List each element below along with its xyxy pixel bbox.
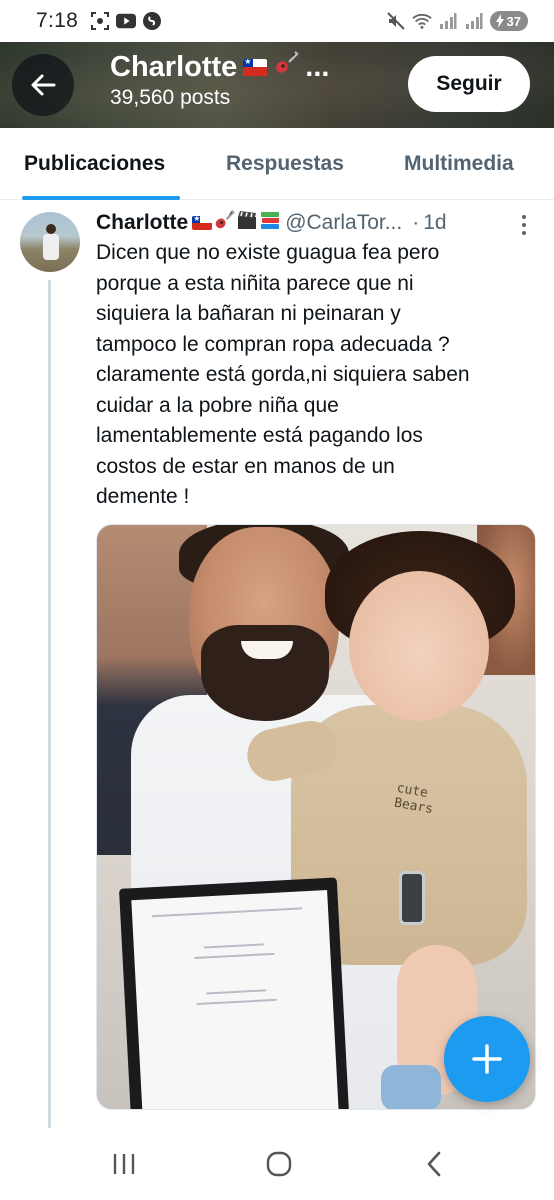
back-nav-button[interactable] [414,1148,454,1180]
avatar[interactable] [20,212,80,272]
thread-line [48,280,51,1128]
chevron-left-icon [427,1151,441,1177]
tweet-text-line: demente ! [96,485,190,508]
guitar-icon [213,209,235,237]
tweet-header: Charlotte ★ @CarlaTor... · 1d [96,208,536,238]
tweet-text-line: cuidar a la pobre niña que [96,393,339,417]
shazam-icon [142,11,162,31]
profile-name-text: Charlotte [110,50,238,83]
separator-dot: · [412,211,420,234]
system-navigation-bar [0,1128,554,1200]
home-button[interactable] [259,1148,299,1180]
arrow-left-icon [31,74,56,96]
guitar-icon [273,50,300,84]
tweet-author-name[interactable]: Charlotte [96,211,188,235]
recent-apps-button[interactable] [104,1148,144,1180]
back-button[interactable] [12,54,74,116]
status-system-icons: 37 [386,11,528,31]
profile-name-ellipsis: ... [305,50,330,83]
tab-multimedia[interactable]: Multimedia [404,128,514,200]
signal-icon [464,11,484,31]
battery-icon: 37 [489,11,528,31]
recent-apps-icon [113,1154,135,1174]
plus-icon [472,1044,502,1074]
status-notification-icons [90,11,162,31]
tab-label: Multimedia [404,152,514,175]
wifi-icon [411,11,432,31]
profile-name: Charlotte ★ ... [110,50,329,84]
youtube-icon [116,11,137,31]
header-text: Charlotte ★ ... 39,560 posts [110,50,329,110]
tweet-text-line: costos de estar en manos de un [96,454,395,478]
home-icon [266,1151,292,1177]
chile-flag-icon: ★ [243,58,268,76]
tweet-text-line: lamentablemente está pagando los [96,424,423,447]
books-icon [259,209,281,237]
status-time: 7:18 [36,9,79,32]
tab-publicaciones[interactable]: Publicaciones [0,128,180,200]
tweet-text-line: tampoco le compran ropa adecuada ? [96,332,450,356]
follow-button[interactable]: Seguir [408,56,530,112]
status-bar: 7:18 37 [0,0,554,42]
signal-icon [438,11,458,31]
tweet-text: Dicen que no existe guagua fea pero porq… [96,238,536,513]
profile-header: Charlotte ★ ... 39,560 posts Seguir [0,42,554,128]
more-options-icon[interactable] [514,212,534,238]
author-emojis: ★ [192,209,281,237]
tab-label: Respuestas [226,152,344,175]
tab-respuestas[interactable]: Respuestas [226,128,344,200]
tweet-text-line: siquiera la bañaran ni peinaran y [96,302,401,325]
active-tab-indicator [22,196,180,200]
profile-tabs: Publicaciones Respuestas Multimedia [0,128,554,200]
chile-flag-icon: ★ [192,216,213,230]
tweet-timestamp[interactable]: 1d [423,211,446,235]
clapper-board-icon [236,209,258,237]
mute-icon [386,11,406,31]
battery-level: 37 [506,13,521,29]
tweet-text-line: porque a esta niñita parece que ni [96,271,414,295]
tweet-author-handle[interactable]: @CarlaTor... [285,211,402,235]
tweet-text-line: Dicen que no existe guagua fea pero [96,241,440,264]
post-count: 39,560 posts [110,86,231,109]
screenshot-icon [90,11,110,31]
tab-label: Publicaciones [24,152,166,175]
compose-button[interactable] [444,1016,530,1102]
tweet-text-line: claramente está gorda,ni siquiera saben [96,363,470,386]
